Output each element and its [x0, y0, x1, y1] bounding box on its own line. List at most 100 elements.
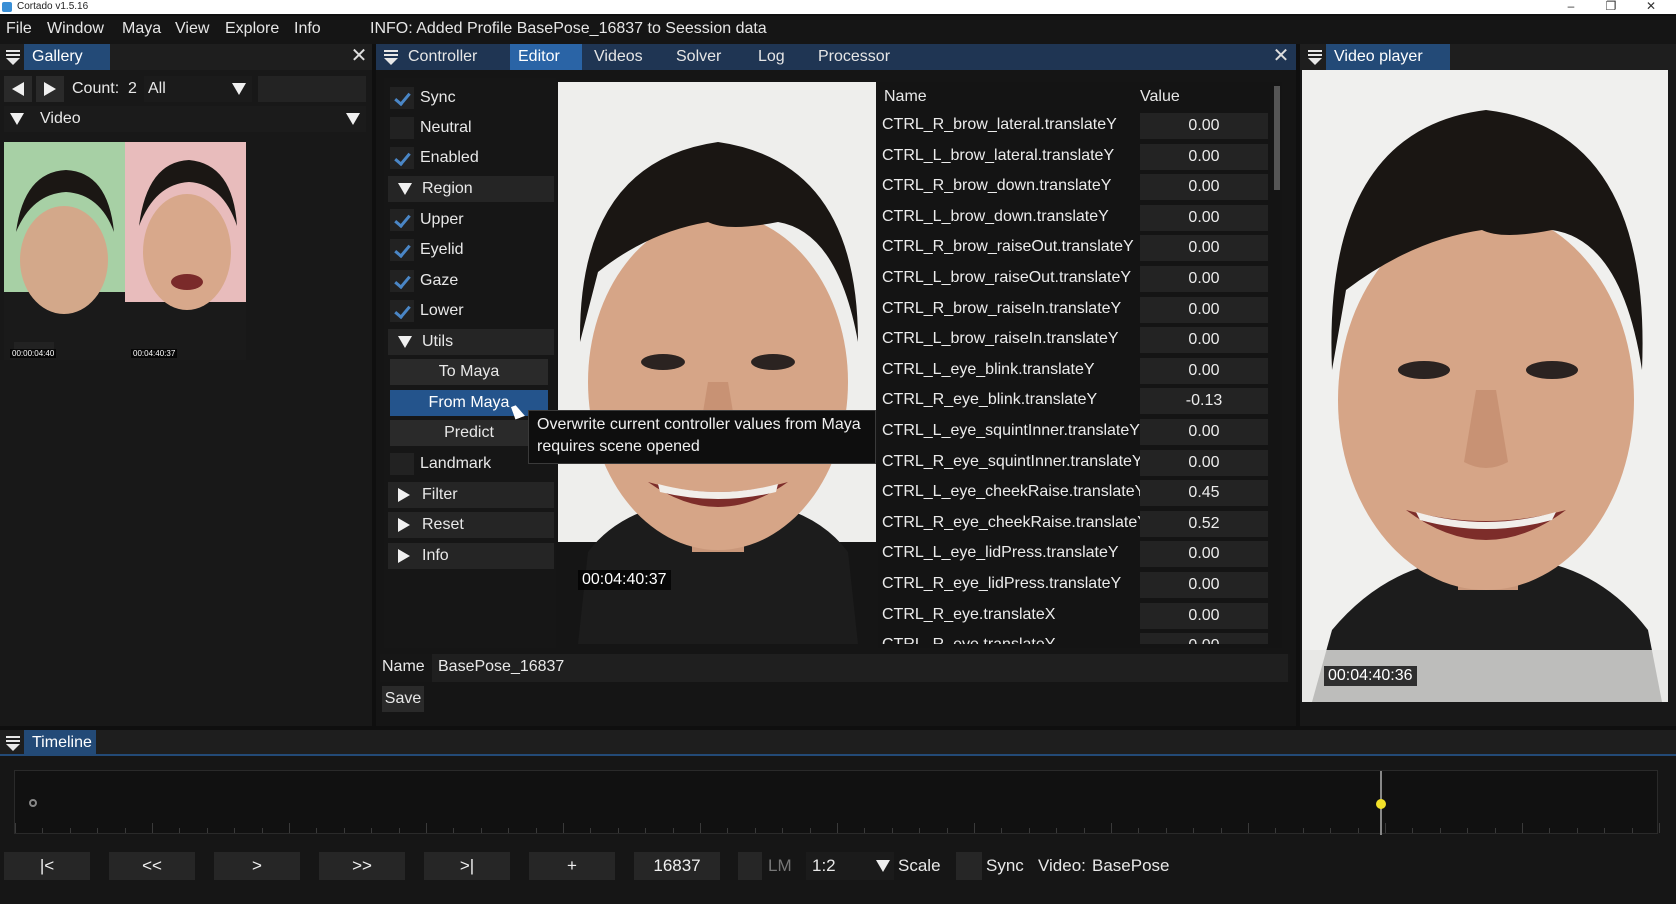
gallery-thumbnail[interactable]: 00:04:40:37 — [125, 142, 246, 360]
gaze-checkbox[interactable]: Gaze — [388, 267, 554, 295]
tab-videos[interactable]: Videos — [586, 44, 664, 70]
table-row[interactable]: CTRL_R_eye.translateX 0.00 — [878, 600, 1270, 630]
lower-checkbox[interactable]: Lower — [388, 297, 554, 325]
table-row[interactable]: CTRL_L_eye_cheekRaise.translateY 0.45 — [878, 477, 1270, 507]
parameter-value-field[interactable]: 0.00 — [1140, 113, 1268, 139]
profile-name-field[interactable]: BasePose_16837 — [432, 654, 1288, 682]
menu-info[interactable]: Info — [294, 20, 321, 38]
menu-view[interactable]: View — [175, 20, 209, 38]
gallery-thumbnail[interactable]: 00:00:04:40 — [4, 142, 125, 360]
eyelid-checkbox[interactable]: Eyelid — [388, 236, 554, 264]
step-back-button[interactable]: << — [109, 852, 195, 880]
parameter-value-field[interactable]: 0.00 — [1140, 572, 1268, 598]
menu-icon[interactable] — [6, 50, 20, 65]
parameter-value-field[interactable]: 0.00 — [1140, 296, 1268, 323]
parameter-value-field[interactable]: 0.00 — [1140, 541, 1268, 568]
ratio-dropdown[interactable]: 1:2 — [806, 852, 894, 880]
video-player-frame[interactable]: 00:04:40:36 — [1302, 70, 1668, 702]
gallery-search-field[interactable] — [258, 76, 366, 102]
region-section-header[interactable]: Region — [388, 176, 554, 202]
table-row[interactable]: CTRL_R_eye_lidPress.translateY 0.00 — [878, 569, 1270, 599]
filter-section-header[interactable]: Filter — [388, 482, 554, 508]
parameter-value-field[interactable]: 0.00 — [1140, 143, 1268, 170]
reset-section-header[interactable]: Reset — [388, 512, 554, 538]
parameter-value-field[interactable]: 0.00 — [1140, 266, 1268, 292]
parameter-value-field[interactable]: 0.00 — [1140, 419, 1268, 445]
table-row[interactable]: CTRL_R_eye.translateY 0.00 — [878, 630, 1270, 645]
table-row[interactable]: CTRL_R_eye_blink.translateY -0.13 — [878, 385, 1270, 415]
restore-button[interactable]: ❐ — [1596, 0, 1626, 14]
frame-number-field[interactable]: 16837 — [634, 852, 720, 880]
table-row[interactable]: CTRL_L_eye_squintInner.translateY 0.00 — [878, 416, 1270, 446]
go-to-start-button[interactable]: |< — [4, 852, 90, 880]
info-section-header[interactable]: Info — [388, 543, 554, 569]
parameter-value-field[interactable]: 0.00 — [1140, 633, 1268, 645]
upper-checkbox[interactable]: Upper — [388, 206, 554, 234]
parameter-value-field[interactable]: 0.00 — [1140, 449, 1268, 476]
timeline-track[interactable] — [14, 770, 1660, 835]
save-button[interactable]: Save — [382, 686, 424, 712]
table-row[interactable]: CTRL_R_eye_squintInner.translateY 0.00 — [878, 447, 1270, 477]
minimize-button[interactable]: – — [1556, 0, 1586, 14]
table-row[interactable]: CTRL_R_brow_lateral.translateY 0.00 — [878, 110, 1270, 140]
video-dropdown[interactable]: Video — [4, 106, 366, 132]
prev-button[interactable] — [4, 76, 32, 102]
step-forward-button[interactable]: >> — [319, 852, 405, 880]
tab-log[interactable]: Log — [750, 44, 806, 70]
lm-checkbox[interactable] — [738, 852, 762, 880]
tab-editor[interactable]: Editor — [510, 44, 582, 70]
menu-icon[interactable] — [1308, 50, 1322, 65]
table-scrollbar[interactable] — [1274, 86, 1280, 190]
column-header-value[interactable]: Value — [1140, 88, 1180, 106]
filter-dropdown[interactable]: All — [144, 76, 252, 102]
close-window-button[interactable]: ✕ — [1636, 0, 1666, 14]
sync-timeline-checkbox[interactable] — [956, 852, 982, 880]
table-row[interactable]: CTRL_L_brow_raiseIn.translateY 0.00 — [878, 324, 1270, 354]
parameter-value-field[interactable]: 0.00 — [1140, 327, 1268, 354]
timeline-title[interactable]: Timeline — [24, 730, 96, 756]
parameter-value-field[interactable]: 0.00 — [1140, 357, 1268, 384]
editor-video-frame[interactable]: 00:04:40:37 — [558, 82, 876, 644]
menu-icon[interactable] — [384, 50, 398, 65]
predict-button[interactable]: Predict — [390, 420, 548, 446]
parameter-value-field[interactable]: 0.52 — [1140, 510, 1268, 537]
neutral-checkbox[interactable]: Neutral — [388, 114, 554, 142]
parameter-value-field[interactable]: -0.13 — [1140, 388, 1268, 415]
to-maya-button[interactable]: To Maya — [390, 359, 548, 385]
menu-maya[interactable]: Maya — [122, 20, 161, 38]
table-row[interactable]: CTRL_R_brow_down.translateY 0.00 — [878, 171, 1270, 201]
menu-icon[interactable] — [6, 736, 20, 751]
parameter-value-field[interactable]: 0.00 — [1140, 602, 1268, 629]
video-player-title[interactable]: Video player — [1326, 44, 1450, 70]
table-row[interactable]: CTRL_R_brow_raiseOut.translateY 0.00 — [878, 232, 1270, 262]
close-icon[interactable]: ✕ — [1272, 46, 1290, 66]
add-key-button[interactable]: + — [529, 852, 615, 880]
next-button[interactable] — [36, 76, 64, 102]
table-row[interactable]: CTRL_L_eye_blink.translateY 0.00 — [878, 355, 1270, 385]
play-button[interactable]: > — [214, 852, 300, 880]
parameter-value-field[interactable]: 0.00 — [1140, 204, 1268, 231]
parameter-value-field[interactable]: 0.45 — [1140, 480, 1268, 507]
parameter-value-field[interactable]: 0.00 — [1140, 235, 1268, 262]
table-row[interactable]: CTRL_R_brow_raiseIn.translateY 0.00 — [878, 294, 1270, 324]
tab-controller[interactable]: Controller — [400, 44, 510, 70]
table-row[interactable]: CTRL_R_eye_cheekRaise.translateY 0.52 — [878, 508, 1270, 538]
table-row[interactable]: CTRL_L_eye_lidPress.translateY 0.00 — [878, 538, 1270, 568]
table-row[interactable]: CTRL_L_brow_raiseOut.translateY 0.00 — [878, 263, 1270, 293]
close-icon[interactable]: ✕ — [350, 46, 368, 66]
table-row[interactable]: CTRL_L_brow_lateral.translateY 0.00 — [878, 141, 1270, 171]
from-maya-button[interactable]: From Maya — [390, 390, 548, 416]
menu-file[interactable]: File — [6, 20, 32, 38]
enabled-checkbox[interactable]: Enabled — [388, 144, 554, 172]
utils-section-header[interactable]: Utils — [388, 329, 554, 355]
menu-explore[interactable]: Explore — [225, 20, 279, 38]
sync-checkbox[interactable]: Sync — [388, 84, 554, 112]
gallery-title[interactable]: Gallery — [24, 44, 110, 70]
tab-processor[interactable]: Processor — [810, 44, 918, 70]
column-header-name[interactable]: Name — [884, 88, 927, 106]
tab-solver[interactable]: Solver — [668, 44, 746, 70]
parameter-value-field[interactable]: 0.00 — [1140, 174, 1268, 201]
menu-window[interactable]: Window — [47, 20, 104, 38]
go-to-end-button[interactable]: >| — [424, 852, 510, 880]
table-row[interactable]: CTRL_L_brow_down.translateY 0.00 — [878, 202, 1270, 232]
